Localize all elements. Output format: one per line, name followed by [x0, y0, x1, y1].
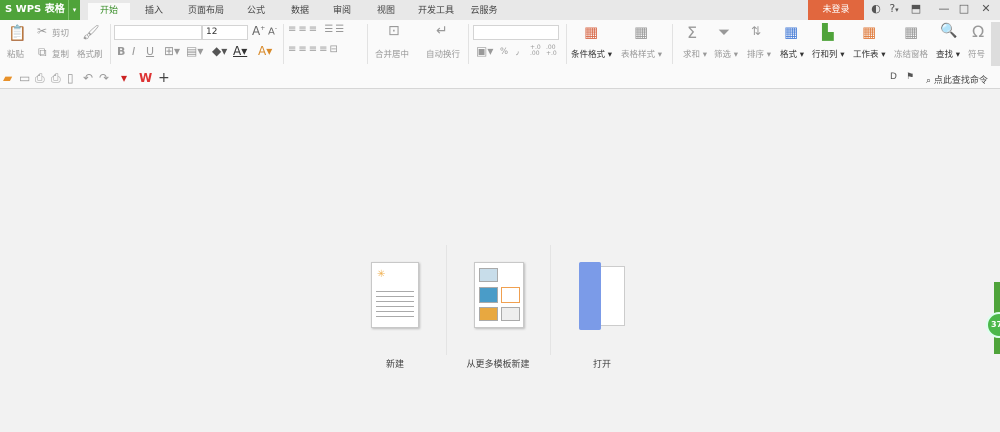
- add-icon[interactable]: +: [158, 70, 170, 86]
- table-style-button[interactable]: 表格样式 ▾: [621, 48, 662, 60]
- format-painter-button[interactable]: 格式刷: [77, 48, 103, 60]
- save-as-icon[interactable]: ⎙: [35, 71, 45, 86]
- format-icon: ▦: [784, 23, 799, 41]
- filter-icon: ⏷: [718, 23, 731, 41]
- restore-ribbon-icon[interactable]: ⬒: [908, 2, 924, 15]
- percent-button[interactable]: %: [500, 47, 508, 57]
- currency-icon[interactable]: ▣▾: [476, 44, 493, 58]
- paste-button[interactable]: 粘贴: [7, 48, 24, 60]
- ribbon-scroll-right[interactable]: [991, 22, 1000, 66]
- increase-decimal-button[interactable]: +.0 .00: [530, 45, 542, 57]
- login-button[interactable]: 未登录: [808, 0, 864, 20]
- worksheet-button[interactable]: 工作表 ▾: [853, 48, 885, 60]
- open-icon[interactable]: ▰: [3, 71, 12, 85]
- cell-style-icon[interactable]: ▤▾: [186, 44, 203, 58]
- template-icon[interactable]: [474, 262, 524, 328]
- font-color-icon[interactable]: A▾: [233, 44, 247, 58]
- scissors-icon: ✂: [37, 24, 48, 38]
- tab-formulas[interactable]: 公式: [236, 0, 276, 20]
- wrap-text-icon: ↵: [436, 23, 448, 39]
- chevron-down-icon: ▾: [895, 6, 899, 14]
- chevron-down-icon[interactable]: ▾: [68, 0, 80, 20]
- rows-cols-icon: ▙: [822, 23, 834, 41]
- print-preview-icon[interactable]: ▯: [67, 71, 74, 85]
- table-style-icon: ▦: [634, 23, 649, 41]
- customize-icon[interactable]: ▾: [121, 71, 127, 85]
- undo-icon[interactable]: ↶: [83, 71, 93, 85]
- clear-format-icon[interactable]: A▾: [258, 44, 272, 58]
- search-command-button[interactable]: ⌕ 点此查找命令: [926, 73, 988, 86]
- sort-button[interactable]: 排序 ▾: [747, 48, 771, 60]
- merge-center-button[interactable]: 合并居中: [375, 48, 409, 60]
- worksheet-icon: ▦: [862, 23, 877, 41]
- horizontal-align-icons[interactable]: ≡≡≡≡⊟: [288, 44, 362, 55]
- search-icon: ⌕: [926, 76, 934, 86]
- folder-icon[interactable]: [579, 262, 629, 330]
- logo-text: S WPS 表格: [5, 4, 65, 15]
- new-button[interactable]: 新建: [335, 357, 455, 370]
- conditional-format-icon: ▦: [584, 23, 599, 41]
- help-button[interactable]: ?▾: [884, 2, 904, 15]
- underline-button[interactable]: U: [146, 45, 154, 58]
- freeze-panes-icon: ▦: [904, 23, 919, 41]
- font-size-input[interactable]: 12: [202, 25, 248, 40]
- tab-cloud[interactable]: 云服务: [462, 0, 506, 20]
- increase-font-icon[interactable]: A+: [252, 24, 265, 38]
- new-document-icon[interactable]: ✳: [371, 262, 419, 328]
- find-icon: 🔍: [940, 23, 958, 39]
- conditional-format-button[interactable]: 条件格式 ▾: [571, 48, 612, 60]
- tab-insert[interactable]: 插入: [134, 0, 174, 20]
- wps-logo-menu[interactable]: S WPS 表格 ▾: [0, 0, 80, 20]
- freeze-panes-button[interactable]: 冻结窗格: [894, 48, 928, 60]
- decrease-decimal-button[interactable]: .00 +.0: [546, 45, 558, 57]
- omega-icon: Ω: [972, 22, 985, 41]
- paste-icon[interactable]: 📋: [8, 24, 27, 42]
- open-button[interactable]: 打开: [542, 357, 662, 370]
- tab-data[interactable]: 数据: [280, 0, 320, 20]
- vertical-align-icons[interactable]: ≡≡≡ ☰☰: [288, 24, 362, 35]
- symbol-button[interactable]: 符号: [968, 48, 985, 60]
- cut-button[interactable]: 剪切: [52, 27, 69, 39]
- wps-w-icon[interactable]: W: [139, 71, 152, 85]
- tab-page-layout[interactable]: 页面布局: [178, 0, 234, 20]
- decrease-font-icon[interactable]: A-: [268, 25, 277, 37]
- filter-button[interactable]: 筛选 ▾: [714, 48, 738, 60]
- brush-icon: 🖌: [82, 25, 100, 41]
- wrap-text-button[interactable]: 自动换行: [426, 48, 460, 60]
- maximize-button[interactable]: □: [956, 2, 972, 15]
- close-button[interactable]: ✕: [978, 2, 994, 15]
- copy-button[interactable]: 复制: [52, 48, 69, 60]
- rows-cols-button[interactable]: 行和列 ▾: [812, 48, 844, 60]
- redo-icon[interactable]: ↷: [99, 71, 109, 85]
- find-button[interactable]: 查找 ▾: [936, 48, 960, 60]
- new-from-template-button[interactable]: 从更多模板新建: [438, 357, 558, 370]
- number-format-select[interactable]: [473, 25, 559, 40]
- save-icon[interactable]: ▭: [19, 71, 30, 85]
- fill-color-icon[interactable]: ◆▾: [212, 44, 227, 58]
- comma-button[interactable]: ٫: [516, 47, 519, 57]
- flag-icon[interactable]: ⚑: [906, 72, 914, 82]
- font-name-input[interactable]: [114, 25, 202, 40]
- borders-icon[interactable]: ⊞▾: [164, 44, 180, 58]
- tab-review[interactable]: 审阅: [322, 0, 362, 20]
- copy-icon: ⧉: [38, 45, 47, 59]
- bold-button[interactable]: B: [117, 45, 125, 58]
- tab-developer[interactable]: 开发工具: [410, 0, 462, 20]
- share-icon[interactable]: D: [890, 72, 897, 82]
- sort-icon: ⇅: [751, 24, 762, 38]
- italic-button[interactable]: I: [132, 45, 135, 58]
- print-icon[interactable]: ⎙: [51, 71, 61, 86]
- tab-home[interactable]: 开始: [88, 3, 130, 20]
- skin-icon[interactable]: ◐: [868, 2, 884, 15]
- tab-view[interactable]: 视图: [366, 0, 406, 20]
- merge-center-icon: ⊡: [388, 23, 400, 39]
- format-button[interactable]: 格式 ▾: [780, 48, 804, 60]
- minimize-button[interactable]: —: [936, 2, 952, 15]
- sum-button[interactable]: 求和 ▾: [683, 48, 707, 60]
- speed-badge[interactable]: 37: [986, 312, 1000, 338]
- sum-icon: Σ: [687, 23, 698, 42]
